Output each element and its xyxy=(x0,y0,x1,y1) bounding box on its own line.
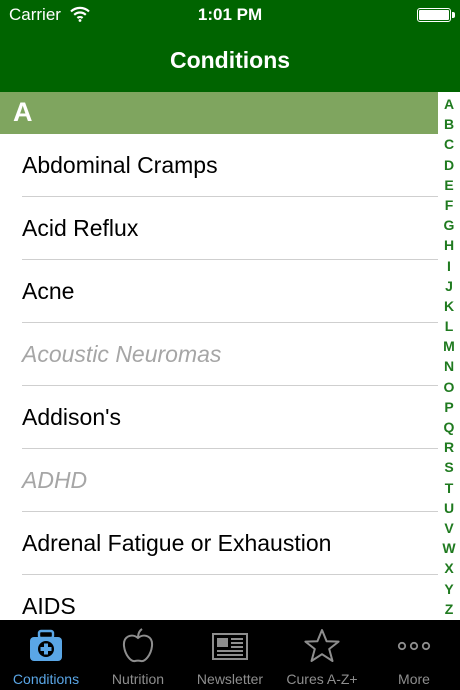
tab-label: Nutrition xyxy=(111,671,165,687)
page-title: Conditions xyxy=(169,47,291,73)
index-letter[interactable]: S xyxy=(438,457,460,477)
status-bar: Carrier 1:01 PM xyxy=(0,0,460,30)
tab-label: Conditions xyxy=(12,671,80,687)
index-letter[interactable]: O xyxy=(438,377,460,397)
index-letter[interactable]: C xyxy=(438,134,460,154)
condition-row[interactable]: Acne xyxy=(0,260,438,323)
status-time: 1:01 PM xyxy=(197,5,263,24)
condition-row[interactable]: AIDS xyxy=(0,575,438,620)
index-letter[interactable]: Z xyxy=(438,599,460,619)
tab-label: More xyxy=(398,671,430,687)
condition-label: Abdominal Cramps xyxy=(22,152,218,178)
condition-row[interactable]: ADHD xyxy=(0,449,438,512)
index-letter[interactable]: A xyxy=(438,94,460,114)
alphabet-index[interactable]: ABCDEFGHIJKLMNOPQRSTUVWXYZ xyxy=(438,94,460,620)
condition-label: Adrenal Fatigue or Exhaustion xyxy=(22,530,332,556)
apple-icon xyxy=(118,628,158,664)
medical-kit-icon xyxy=(26,628,66,664)
index-letter[interactable]: G xyxy=(438,215,460,235)
index-letter[interactable]: Q xyxy=(438,417,460,437)
index-letter[interactable]: K xyxy=(438,296,460,316)
index-letter[interactable]: I xyxy=(438,256,460,276)
index-letter[interactable]: N xyxy=(438,356,460,376)
condition-label: Acoustic Neuromas xyxy=(22,341,222,367)
index-letter[interactable]: D xyxy=(438,155,460,175)
section-letter: A xyxy=(13,97,33,127)
index-letter[interactable]: W xyxy=(438,538,460,558)
more-dots-icon xyxy=(394,628,434,664)
tab-more[interactable]: More xyxy=(368,620,460,690)
tab-label: Cures A-Z+ xyxy=(286,671,358,687)
condition-row[interactable]: Adrenal Fatigue or Exhaustion xyxy=(0,512,438,575)
tab-cures-a-z[interactable]: Cures A-Z+ xyxy=(276,620,368,690)
index-letter[interactable]: T xyxy=(438,478,460,498)
navigation-bar: Conditions xyxy=(0,30,460,92)
index-letter[interactable]: V xyxy=(438,518,460,538)
index-letter[interactable]: E xyxy=(438,175,460,195)
condition-label: ADHD xyxy=(22,467,88,493)
conditions-list[interactable]: Abdominal Cramps Acid Reflux Acne Acoustic … xyxy=(0,134,438,620)
condition-row[interactable]: Acid Reflux xyxy=(0,197,438,260)
index-letter[interactable]: X xyxy=(438,558,460,578)
condition-label: Acid Reflux xyxy=(22,215,139,241)
index-letter[interactable]: H xyxy=(438,235,460,255)
index-letter[interactable]: M xyxy=(438,336,460,356)
tab-bar: Conditions Nutrition Newsletter Cures A-… xyxy=(0,620,460,690)
index-letter[interactable]: P xyxy=(438,397,460,417)
star-icon xyxy=(302,628,342,664)
index-letter[interactable]: R xyxy=(438,437,460,457)
index-letter[interactable]: F xyxy=(438,195,460,215)
index-letter[interactable]: Y xyxy=(438,579,460,599)
condition-label: AIDS xyxy=(22,593,76,619)
battery-icon xyxy=(417,8,455,22)
newspaper-icon xyxy=(210,628,250,664)
condition-label: Acne xyxy=(22,278,75,304)
tab-nutrition[interactable]: Nutrition xyxy=(92,620,184,690)
condition-label: Addison's xyxy=(22,404,122,430)
tab-newsletter[interactable]: Newsletter xyxy=(184,620,276,690)
index-letter[interactable]: U xyxy=(438,498,460,518)
condition-row[interactable]: Addison's xyxy=(0,386,438,449)
condition-row[interactable]: Abdominal Cramps xyxy=(0,134,438,197)
index-letter[interactable]: J xyxy=(438,276,460,296)
index-letter[interactable]: L xyxy=(438,316,460,336)
tab-conditions[interactable]: Conditions xyxy=(0,620,92,690)
tab-label: Newsletter xyxy=(196,671,264,687)
index-letter[interactable]: B xyxy=(438,114,460,134)
condition-row[interactable]: Acoustic Neuromas xyxy=(0,323,438,386)
section-header: A xyxy=(0,92,438,134)
